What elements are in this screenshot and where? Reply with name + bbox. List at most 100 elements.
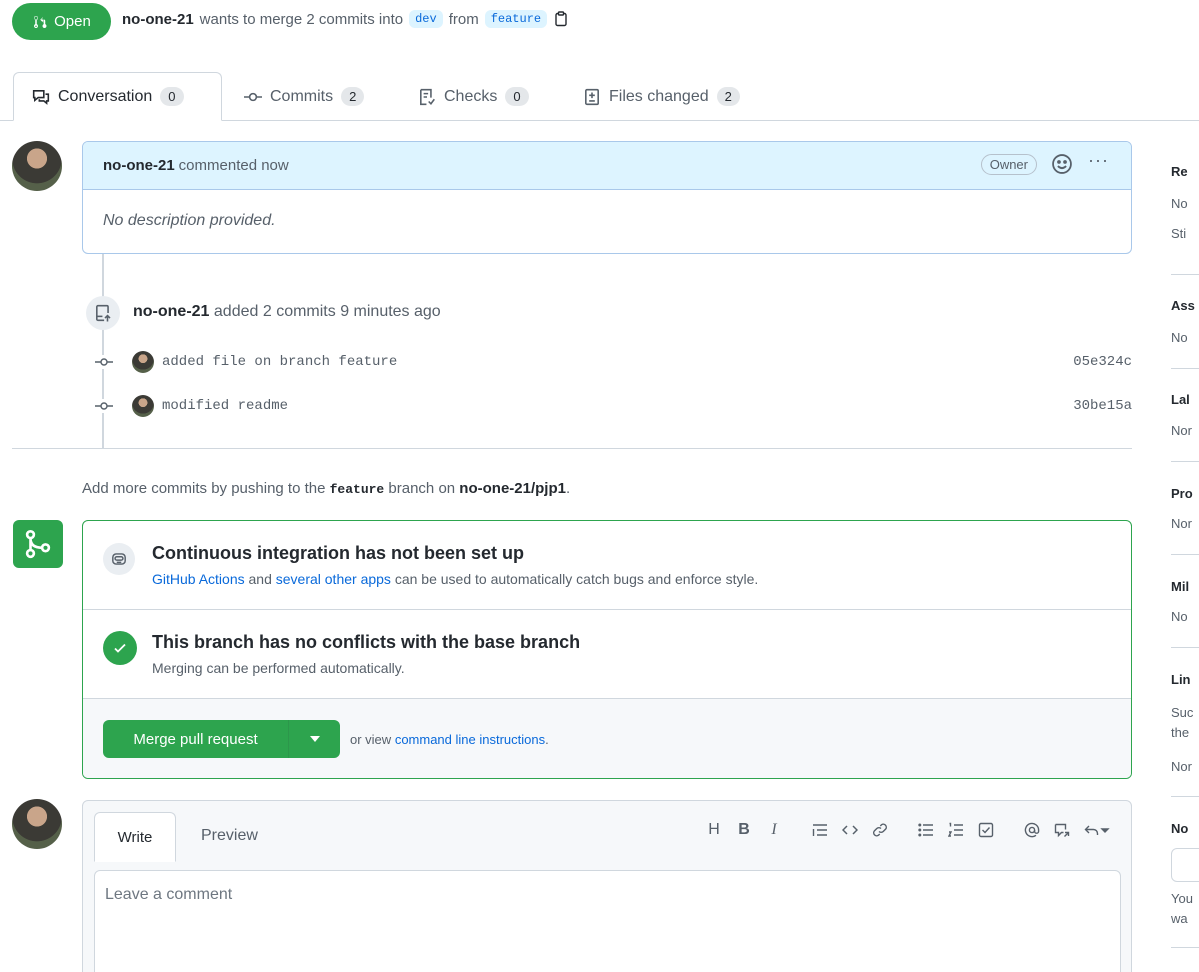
head-branch-tag[interactable]: feature <box>484 10 548 28</box>
sidebar-divider <box>1171 647 1199 648</box>
sidebar-divider <box>1171 274 1199 275</box>
sidebar-divider <box>1171 461 1199 462</box>
avatar[interactable] <box>12 141 62 191</box>
tab-label: Conversation <box>58 87 153 105</box>
github-actions-link[interactable]: GitHub Actions <box>152 571 245 587</box>
timeline-divider <box>12 448 1132 449</box>
sidebar-assignees-label[interactable]: Ass <box>1171 298 1195 313</box>
reply-icon[interactable] <box>1077 819 1117 841</box>
status-label: Open <box>54 13 91 30</box>
commit-icon <box>92 399 116 413</box>
sidebar-linked-issues-text: the <box>1171 725 1190 740</box>
code-icon[interactable] <box>835 819 865 841</box>
merge-box: Continuous integration has not been set … <box>82 520 1132 779</box>
merge-action-section: Merge pull request or view command line … <box>83 699 1131 778</box>
comment-author-link[interactable]: no-one-21 <box>103 157 175 174</box>
ci-text: can be used to automatically catch bugs … <box>394 571 759 587</box>
comment-action: commented now <box>178 157 289 174</box>
sidebar-divider <box>1171 796 1199 797</box>
ci-subtitle: GitHub Actions and several other apps ca… <box>152 571 758 587</box>
ci-text: and <box>248 571 272 587</box>
owner-badge: Owner <box>980 154 1037 175</box>
command-line-instructions-link[interactable]: command line instructions <box>395 732 545 747</box>
ci-section: Continuous integration has not been set … <box>83 521 1131 610</box>
check-icon <box>103 631 137 665</box>
task-list-icon[interactable] <box>971 819 1001 841</box>
avatar[interactable] <box>132 395 154 417</box>
commit-message-link[interactable]: added file on branch feature <box>162 354 397 370</box>
hint-text: Add more commits by pushing to the <box>82 480 326 497</box>
copilot-robot-icon <box>103 543 135 575</box>
preview-tab[interactable]: Preview <box>201 827 258 845</box>
other-apps-link[interactable]: several other apps <box>276 571 391 587</box>
comment-box: no-one-21 commented now Owner ··· No des… <box>82 141 1132 254</box>
event-author-link[interactable]: no-one-21 <box>133 303 209 320</box>
write-tab[interactable]: Write <box>94 812 176 862</box>
commit-sha-link[interactable]: 05e324c <box>1073 354 1132 370</box>
bold-icon[interactable]: B <box>729 819 759 841</box>
timeline-event-text: no-one-21 added 2 commits 9 minutes ago <box>133 303 441 321</box>
comment-body: No description provided. <box>103 212 276 229</box>
pr-author-link[interactable]: no-one-21 <box>122 11 194 28</box>
sidebar-milestone-label[interactable]: Mil <box>1171 579 1189 594</box>
tab-label: Files changed <box>609 87 709 105</box>
italic-icon[interactable]: I <box>759 819 789 841</box>
pull-request-icon <box>34 15 47 28</box>
from-text: from <box>448 10 479 28</box>
merge-button-group: Merge pull request <box>103 720 340 758</box>
copy-icon[interactable] <box>553 11 569 27</box>
sidebar-projects-label[interactable]: Pro <box>1171 486 1193 501</box>
unordered-list-icon[interactable] <box>911 819 941 841</box>
commit-sha-link[interactable]: 30be15a <box>1073 398 1132 414</box>
sidebar-linked-issues-value: Nor <box>1171 759 1192 774</box>
commit-row: added file on branch feature 05e324c <box>92 349 1132 375</box>
merge-summary: no-one-21 wants to merge 2 commits into … <box>122 10 569 28</box>
hint-branch: feature <box>329 482 385 497</box>
sidebar-linked-issues-label[interactable]: Lin <box>1171 672 1191 687</box>
tab-label: Checks <box>444 87 498 105</box>
smiley-icon[interactable] <box>1051 153 1073 175</box>
avatar[interactable] <box>132 351 154 373</box>
merge-summary-text: wants to merge 2 commits into <box>199 10 404 28</box>
checklist-icon <box>420 88 435 105</box>
tab-conversation[interactable]: Conversation 0 <box>13 72 222 121</box>
push-hint: Add more commits by pushing to the featu… <box>82 480 570 497</box>
sidebar-labels-value: Nor <box>1171 423 1192 438</box>
merge-pull-request-button[interactable]: Merge pull request <box>103 720 289 758</box>
tab-counter: 0 <box>160 87 184 106</box>
mention-icon[interactable] <box>1017 819 1047 841</box>
subscribe-button[interactable] <box>1171 848 1199 882</box>
alt-text: or view <box>350 732 392 747</box>
reference-icon[interactable] <box>1047 819 1077 841</box>
hint-repo-link[interactable]: no-one-21/pjp1 <box>459 480 566 497</box>
commit-message-link[interactable]: modified readme <box>162 398 288 414</box>
file-diff-icon <box>585 88 599 105</box>
avatar[interactable] <box>12 799 62 849</box>
sidebar-divider <box>1171 368 1199 369</box>
sidebar-reviewers-label[interactable]: Re <box>1171 164 1188 179</box>
sidebar-notifications-label: No <box>1171 821 1189 836</box>
tab-commits[interactable]: Commits 2 <box>244 72 365 121</box>
kebab-menu-icon[interactable]: ··· <box>1088 150 1109 171</box>
hint-text: . <box>565 480 571 497</box>
conflict-subtitle: Merging can be performed automatically. <box>152 660 405 676</box>
conflict-title: This branch has no conflicts with the ba… <box>152 632 581 652</box>
quote-icon[interactable] <box>805 819 835 841</box>
commit-icon <box>244 92 262 101</box>
sidebar-labels-label[interactable]: Lal <box>1171 392 1190 407</box>
heading-icon[interactable]: H <box>699 819 729 841</box>
comment-textarea[interactable]: Leave a comment <box>94 870 1121 972</box>
comment-header: no-one-21 commented now Owner ··· <box>83 142 1131 190</box>
tab-label: Commits <box>270 87 334 105</box>
sidebar-reviewers-value: No <box>1171 196 1188 211</box>
ordered-list-icon[interactable] <box>941 819 971 841</box>
base-branch-tag[interactable]: dev <box>409 10 443 28</box>
link-icon[interactable] <box>865 819 895 841</box>
tab-files-changed[interactable]: Files changed 2 <box>583 72 740 121</box>
status-badge: Open <box>12 3 111 40</box>
alt-text: . <box>545 732 549 747</box>
tab-checks[interactable]: Checks 0 <box>418 72 529 121</box>
merge-options-dropdown[interactable] <box>289 720 340 758</box>
event-description: added 2 commits 9 minutes ago <box>213 303 441 320</box>
sidebar-notifications-text: You <box>1171 891 1193 906</box>
